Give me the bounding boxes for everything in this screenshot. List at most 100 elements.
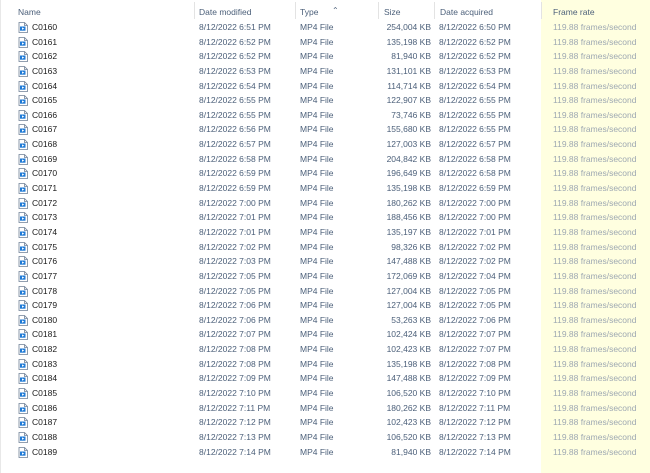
file-date-acquired: 8/12/2022 7:06 PM [439,314,511,325]
column-header-type[interactable]: Type [300,7,318,17]
mp4-file-icon [18,183,28,194]
file-row[interactable]: C0178 8/12/2022 7:05 PM MP4 File 127,004 KB… [0,284,650,299]
column-header-frame-rate[interactable]: Frame rate [553,7,595,17]
mp4-file-icon [18,256,28,268]
file-row[interactable]: C0189 8/12/2022 7:14 PM MP4 File 81,940 KB 8… [0,445,650,460]
file-frame-rate: 119.88 frames/second [553,183,637,194]
column-divider[interactable] [295,2,296,19]
file-size: 102,424 KB [386,329,431,340]
file-size: 204,842 KB [386,153,431,164]
mp4-file-icon [18,373,28,385]
column-divider[interactable] [434,2,435,19]
mp4-file-icon [18,329,28,341]
file-row[interactable]: C0173 8/12/2022 7:01 PM MP4 File 188,456 KB… [0,210,650,225]
file-row[interactable]: C0186 8/12/2022 7:11 PM MP4 File 180,262 KB… [0,401,650,416]
file-row[interactable]: C0185 8/12/2022 7:10 PM MP4 File 106,520 KB… [0,386,650,401]
file-row[interactable]: C0188 8/12/2022 7:13 PM MP4 File 106,520 KB… [0,430,650,445]
file-row[interactable]: C0160 8/12/2022 6:51 PM MP4 File 254,004 KB… [0,20,650,35]
file-row[interactable]: C0167 8/12/2022 6:56 PM MP4 File 155,680 KB… [0,122,650,137]
mp4-file-icon [18,109,28,121]
file-type: MP4 File [300,373,334,384]
column-divider[interactable] [378,2,379,19]
file-name: C0187 [32,417,58,428]
file-row[interactable]: C0183 8/12/2022 7:08 PM MP4 File 135,198 KB… [0,357,650,372]
column-header-date-acquired[interactable]: Date acquired [440,7,493,17]
file-frame-rate: 119.88 frames/second [553,373,637,384]
file-row[interactable]: C0164 8/12/2022 6:54 PM MP4 File 114,714 KB… [0,79,650,94]
file-type: MP4 File [300,22,334,32]
file-size: 81,940 KB [391,446,431,457]
file-frame-rate: 119.88 frames/second [553,212,637,223]
file-name: C0171 [32,183,58,194]
file-row[interactable]: C0171 8/12/2022 6:59 PM MP4 File 135,198 KB… [0,181,650,196]
file-row[interactable]: C0163 8/12/2022 6:53 PM MP4 File 131,101 KB… [0,64,650,79]
file-row[interactable]: C0181 8/12/2022 7:07 PM MP4 File 102,424 KB… [0,327,650,342]
file-type: MP4 File [300,183,334,194]
file-date-acquired: 8/12/2022 7:00 PM [439,197,511,208]
file-row[interactable]: C0166 8/12/2022 6:55 PM MP4 File 73,746 KB 8… [0,108,650,123]
column-divider[interactable] [194,2,195,19]
file-date-modified: 8/12/2022 7:11 PM [199,402,271,413]
file-type: MP4 File [300,109,334,120]
file-row[interactable]: C0168 8/12/2022 6:57 PM MP4 File 127,003 KB… [0,137,650,152]
mp4-file-icon [18,80,28,92]
file-row[interactable]: C0184 8/12/2022 7:09 PM MP4 File 147,488 KB… [0,371,650,386]
file-row[interactable]: C0176 8/12/2022 7:03 PM MP4 File 147,488 KB… [0,254,650,269]
file-date-modified: 8/12/2022 6:57 PM [199,139,271,150]
column-header-name[interactable]: Name [18,7,41,17]
file-date-modified: 8/12/2022 7:01 PM [199,226,271,237]
file-size: 73,746 KB [391,109,431,120]
file-row[interactable]: C0172 8/12/2022 7:00 PM MP4 File 180,262 KB… [0,196,650,211]
file-frame-rate: 119.88 frames/second [553,417,637,428]
file-row[interactable]: C0161 8/12/2022 6:52 PM MP4 File 135,198 KB… [0,35,650,50]
file-name: C0166 [32,109,58,120]
file-date-modified: 8/12/2022 7:03 PM [199,256,271,267]
file-size: 53,263 KB [391,314,431,325]
file-size: 114,714 KB [387,80,431,91]
file-date-acquired: 8/12/2022 6:55 PM [439,124,511,135]
file-date-acquired: 8/12/2022 7:01 PM [439,226,511,237]
file-name: C0183 [32,358,58,369]
file-row[interactable]: C0162 8/12/2022 6:52 PM MP4 File 81,940 KB 8… [0,49,650,64]
file-row[interactable]: C0174 8/12/2022 7:01 PM MP4 File 135,197 KB… [0,225,650,240]
file-row[interactable]: C0165 8/12/2022 6:55 PM MP4 File 122,907 KB… [0,93,650,108]
file-name: C0176 [32,256,58,267]
file-row[interactable]: C0187 8/12/2022 7:12 PM MP4 File 102,423 KB… [0,415,650,430]
file-date-modified: 8/12/2022 7:05 PM [199,285,271,296]
column-header-date-modified[interactable]: Date modified [199,7,251,17]
file-date-acquired: 8/12/2022 6:54 PM [439,80,511,91]
file-name: C0168 [32,139,58,150]
file-type: MP4 File [300,256,334,267]
column-divider[interactable] [541,2,542,19]
file-row[interactable]: C0180 8/12/2022 7:06 PM MP4 File 53,263 KB 8… [0,313,650,328]
file-row[interactable]: C0175 8/12/2022 7:02 PM MP4 File 98,326 KB 8… [0,240,650,255]
column-header-row: Name Date modified Type ⌃ Size Date acqu… [0,0,650,20]
file-size: 102,423 KB [386,417,431,428]
file-row[interactable]: C0170 8/12/2022 6:59 PM MP4 File 196,649 KB… [0,166,650,181]
file-date-acquired: 8/12/2022 6:52 PM [439,36,511,47]
file-type: MP4 File [300,300,334,311]
file-date-modified: 8/12/2022 6:54 PM [199,80,271,91]
file-row[interactable]: C0179 8/12/2022 7:06 PM MP4 File 127,004 KB… [0,298,650,313]
file-list: C0160 8/12/2022 6:51 PM MP4 File 254,004 KB… [0,20,650,459]
file-row[interactable]: C0169 8/12/2022 6:58 PM MP4 File 204,842 KB… [0,152,650,167]
file-date-acquired: 8/12/2022 7:08 PM [439,358,511,369]
mp4-file-icon [18,139,28,151]
file-name: C0179 [32,300,58,311]
file-frame-rate: 119.88 frames/second [553,285,637,296]
file-name: C0169 [32,153,58,164]
file-date-acquired: 8/12/2022 7:05 PM [439,300,511,311]
file-frame-rate: 119.88 frames/second [553,36,637,47]
mp4-file-icon [18,300,28,312]
file-frame-rate: 119.88 frames/second [553,153,637,164]
file-frame-rate: 119.88 frames/second [553,402,637,413]
mp4-file-icon [18,402,28,414]
file-size: 196,649 KB [386,168,431,179]
file-date-modified: 8/12/2022 6:55 PM [199,109,271,120]
file-name: C0162 [32,51,58,62]
file-row[interactable]: C0177 8/12/2022 7:05 PM MP4 File 172,069 KB… [0,269,650,284]
column-header-size[interactable]: Size [384,7,401,17]
file-name: C0186 [32,402,58,413]
file-row[interactable]: C0182 8/12/2022 7:08 PM MP4 File 102,423 KB… [0,342,650,357]
file-name: C0182 [32,344,58,355]
